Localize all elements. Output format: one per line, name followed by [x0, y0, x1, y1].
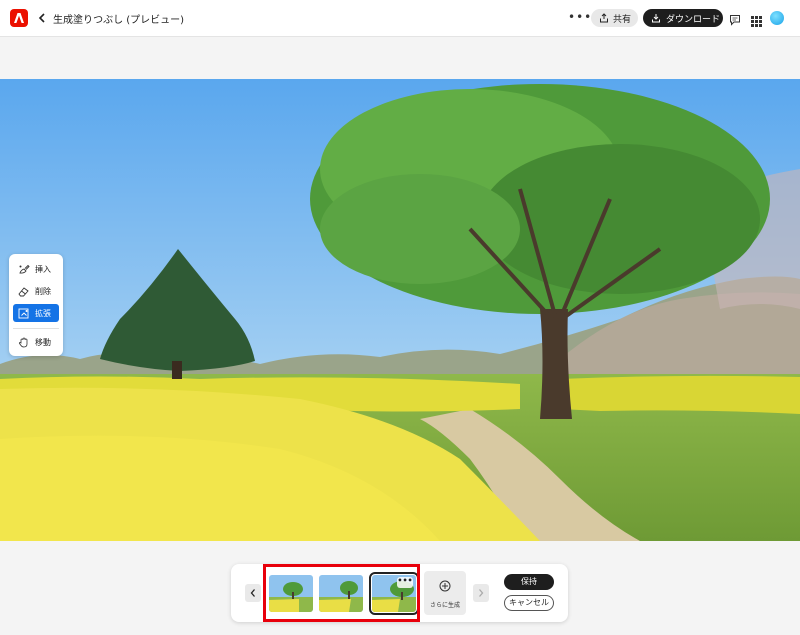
share-icon	[600, 13, 608, 23]
prev-variation-button[interactable]	[245, 584, 261, 602]
keep-button[interactable]: 保持	[504, 574, 554, 590]
next-variation-button[interactable]	[473, 584, 489, 602]
tool-insert-label: 挿入	[35, 265, 51, 274]
apps-grid-icon[interactable]	[751, 12, 762, 31]
share-label: 共有	[613, 15, 632, 25]
comment-icon[interactable]	[729, 11, 741, 30]
tool-divider	[13, 328, 59, 329]
more-icon[interactable]: •••	[568, 9, 591, 27]
app-header: 生成塗りつぶし (プレビュー) ••• 共有 ダウンロード	[0, 0, 800, 37]
tool-remove[interactable]: 削除	[13, 282, 59, 300]
canvas-image[interactable]	[0, 79, 800, 541]
download-icon	[652, 14, 660, 23]
tool-move-label: 移動	[35, 338, 51, 347]
cancel-button[interactable]: キャンセル	[504, 595, 554, 611]
eraser-icon	[18, 287, 29, 297]
variation-bar: ••• さらに生成 保持 キャンセル	[231, 564, 568, 622]
tool-insert[interactable]: 挿入	[13, 260, 59, 278]
variation-thumbnail-2[interactable]	[319, 575, 363, 612]
plus-circle-icon	[439, 580, 451, 592]
tool-expand[interactable]: 拡張	[13, 304, 59, 322]
variation-thumbnail-1[interactable]	[269, 575, 313, 612]
tool-remove-label: 削除	[35, 287, 51, 296]
share-button[interactable]: 共有	[591, 9, 638, 27]
expand-icon	[18, 308, 29, 319]
adobe-logo-icon[interactable]	[10, 9, 28, 27]
tool-move[interactable]: 移動	[13, 333, 59, 351]
tool-panel: 挿入 削除 拡張 移動	[9, 254, 63, 356]
avatar[interactable]	[770, 11, 784, 25]
chevron-right-icon	[479, 589, 484, 597]
chevron-left-icon[interactable]	[36, 10, 48, 26]
hand-icon	[18, 337, 28, 348]
generate-more-label: さらに生成	[429, 602, 460, 609]
tool-expand-label: 拡張	[35, 309, 51, 318]
page-title: 生成塗りつぶし (プレビュー)	[53, 15, 185, 26]
insert-brush-icon	[19, 264, 30, 274]
chevron-left-icon	[250, 589, 255, 597]
download-button[interactable]: ダウンロード	[643, 9, 723, 27]
generate-more-button[interactable]: さらに生成	[424, 571, 466, 615]
variation-thumbnail-3[interactable]: •••	[369, 572, 419, 615]
download-label: ダウンロード	[666, 15, 721, 25]
more-icon[interactable]: •••	[397, 577, 413, 588]
